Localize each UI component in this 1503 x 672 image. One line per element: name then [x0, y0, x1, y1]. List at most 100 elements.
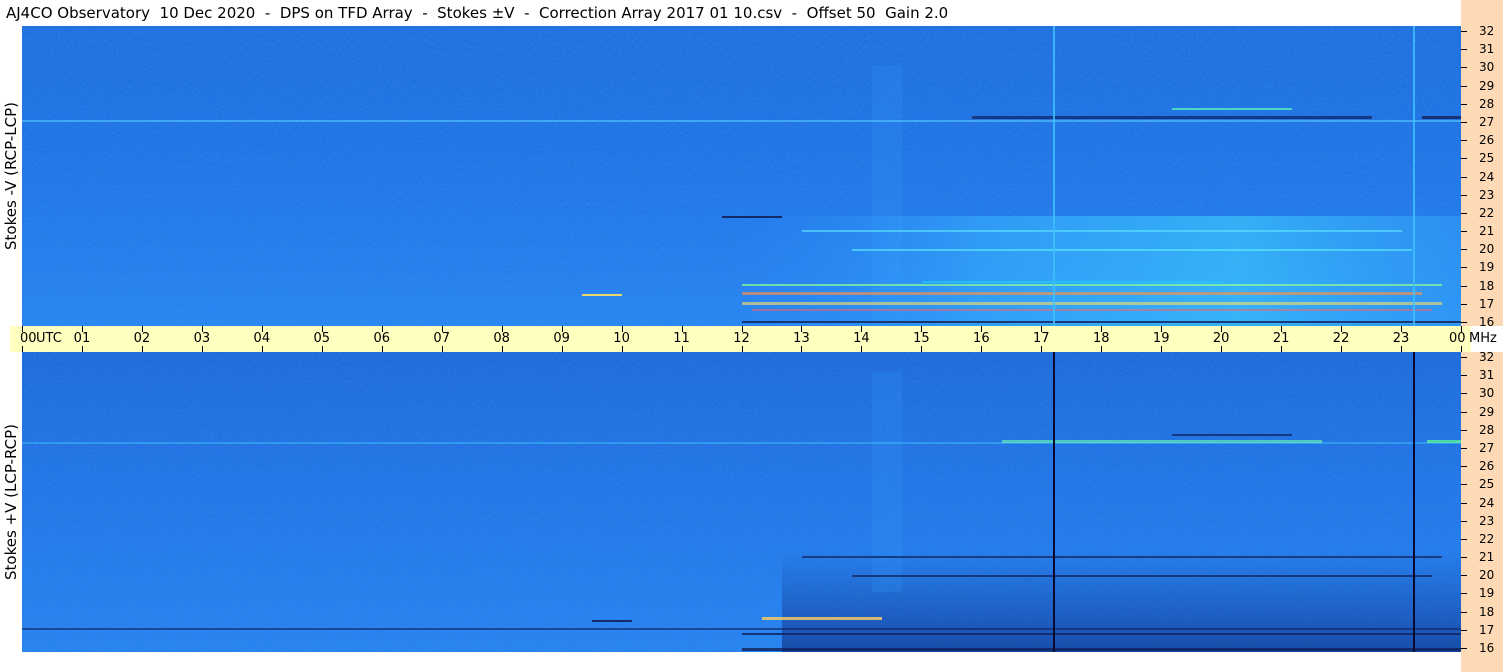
- utc-tick-label: 09: [553, 331, 570, 346]
- freq-tick-label: 28: [1479, 422, 1495, 437]
- utc-unit-label: UTC: [36, 331, 62, 346]
- freq-tick-label: 23: [1479, 187, 1495, 202]
- freq-tick-mark: [1461, 31, 1467, 32]
- freq-tick-mark: [1461, 629, 1467, 631]
- upper-spectrogram[interactable]: [22, 26, 1461, 326]
- freq-tick-label: 24: [1479, 495, 1495, 510]
- freq-tick-mark: [1461, 267, 1467, 269]
- lower-panel-label-text: Stokes +V (LCP-RCP): [2, 424, 20, 580]
- lower-panel-label: Stokes +V (LCP-RCP): [0, 352, 22, 652]
- upper-panel-label-text: Stokes -V (RCP-LCP): [2, 102, 20, 250]
- utc-tick-label: 18: [1092, 331, 1110, 346]
- freq-tick-mark: [1461, 121, 1467, 123]
- freq-tick-label: 31: [1479, 368, 1495, 383]
- freq-tick-mark: [1461, 103, 1467, 105]
- freq-tick-mark: [1461, 231, 1467, 233]
- freq-tick-mark: [1461, 520, 1467, 522]
- utc-tick-label: 10: [613, 331, 630, 346]
- mhz-unit-label: MHz: [1469, 331, 1497, 346]
- upper-panel-label: Stokes -V (RCP-LCP): [0, 26, 22, 326]
- freq-tick-label: 26: [1479, 459, 1495, 474]
- freq-tick-mark: [1461, 466, 1467, 468]
- freq-tick-label: 18: [1479, 278, 1495, 293]
- freq-tick-label: 32: [1479, 350, 1495, 364]
- utc-tick-label: 06: [373, 331, 391, 346]
- window-title: AJ4CO Observatory 10 Dec 2020 - DPS on T…: [6, 4, 949, 22]
- freq-tick-mark: [1461, 648, 1467, 649]
- utc-tick-label: 16: [973, 331, 990, 346]
- freq-tick-mark: [1461, 85, 1467, 87]
- freq-tick-label: 25: [1479, 151, 1495, 166]
- utc-tick-label: 11: [673, 331, 690, 346]
- bottom-right-corner: [1461, 652, 1503, 672]
- freq-tick-mark: [1461, 393, 1467, 395]
- utc-tick-label: 01: [73, 331, 91, 346]
- utc-tick-label: 07: [433, 331, 450, 346]
- freq-tick-label: 20: [1479, 242, 1495, 257]
- freq-tick-mark: [1461, 593, 1467, 595]
- freq-tick-mark: [1461, 575, 1467, 577]
- utc-tick-label: 13: [793, 331, 810, 346]
- freq-tick-mark: [1461, 249, 1467, 251]
- freq-tick-mark: [1461, 67, 1467, 69]
- freq-tick-label: 21: [1479, 224, 1495, 239]
- freq-tick-label: 17: [1479, 622, 1495, 637]
- freq-tick-mark: [1461, 375, 1467, 377]
- freq-tick-label: 21: [1479, 550, 1495, 565]
- freq-tick-label: 22: [1479, 205, 1495, 220]
- freq-tick-label: 29: [1479, 404, 1495, 419]
- freq-tick-mark: [1461, 502, 1467, 504]
- utc-tick-label: 05: [313, 331, 331, 346]
- utc-tick-label: 04: [253, 331, 271, 346]
- freq-tick-label: 19: [1479, 260, 1495, 275]
- utc-tick-label: 14: [853, 331, 870, 346]
- freq-tick-mark: [1461, 357, 1467, 358]
- freq-tick-label: 26: [1479, 133, 1495, 148]
- freq-tick-label: 30: [1479, 60, 1495, 75]
- lower-freq-axis: 32 31 30 29 28 27 26 25 24 23 22 21 20 19 18 17 16: [1461, 350, 1503, 655]
- freq-tick-label: 20: [1479, 568, 1495, 583]
- freq-tick-mark: [1461, 194, 1467, 196]
- freq-tick-mark: [1461, 176, 1467, 178]
- freq-tick-label: 30: [1479, 386, 1495, 401]
- freq-tick-label: 28: [1479, 96, 1495, 111]
- freq-tick-mark: [1461, 212, 1467, 214]
- utc-tick-label: 15: [913, 331, 930, 346]
- utc-tick-label: 17: [1033, 331, 1050, 346]
- freq-tick-label: 22: [1479, 531, 1495, 546]
- utc-tick-label: 12: [733, 331, 750, 346]
- freq-tick-label: 17: [1479, 296, 1495, 311]
- utc-tick-label: 02: [133, 331, 151, 346]
- freq-tick-label: 27: [1479, 114, 1495, 129]
- freq-tick-label: 32: [1479, 24, 1495, 38]
- utc-tick-label: 23: [1392, 331, 1410, 346]
- freq-tick-label: 24: [1479, 169, 1495, 184]
- freq-tick-mark: [1461, 611, 1467, 613]
- freq-tick-label: 25: [1479, 477, 1495, 492]
- freq-tick-mark: [1461, 447, 1467, 449]
- freq-tick-mark: [1461, 429, 1467, 431]
- freq-tick-label: 19: [1479, 586, 1495, 601]
- upper-freq-axis: 32 31 30 29 28 27 26 25 24 23 22 21 20 19 18 17 16: [1461, 24, 1503, 329]
- freq-tick-mark: [1461, 538, 1467, 540]
- freq-tick-mark: [1461, 158, 1467, 160]
- utc-time-axis: UTC MHz 00 01 02 03 04 05 06 07 08 09 10 11 12 13 14 15…: [10, 326, 1497, 352]
- freq-tick-label: 18: [1479, 604, 1495, 619]
- utc-tick-label: 03: [193, 331, 211, 346]
- lower-spectrogram[interactable]: [22, 352, 1461, 652]
- freq-tick-mark: [1461, 557, 1467, 559]
- lower-spectrogram-image: [22, 352, 1461, 652]
- freq-tick-mark: [1461, 484, 1467, 486]
- freq-tick-mark: [1461, 49, 1467, 51]
- freq-tick-label: 23: [1479, 513, 1495, 528]
- upper-spectrogram-image: [22, 26, 1461, 326]
- utc-tick-label: 22: [1332, 331, 1350, 346]
- freq-tick-mark: [1461, 285, 1467, 287]
- freq-tick-mark: [1461, 303, 1467, 305]
- freq-tick-label: 27: [1479, 440, 1495, 455]
- utc-tick-label: 00: [1449, 331, 1466, 346]
- freq-tick-label: 16: [1479, 315, 1495, 329]
- freq-tick-mark: [1461, 411, 1467, 413]
- utc-tick-label: 19: [1152, 331, 1170, 346]
- utc-tick-label: 08: [493, 331, 510, 346]
